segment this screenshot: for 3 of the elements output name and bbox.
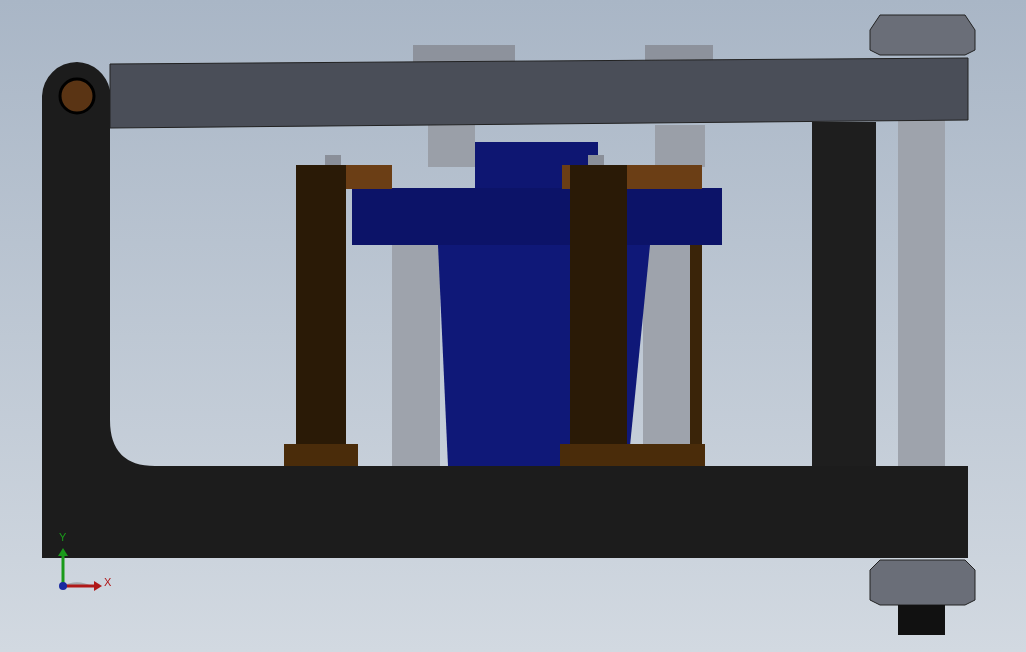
coordinate-triad-icon xyxy=(55,548,103,594)
x-axis-label: X xyxy=(104,577,112,588)
y-axis-label: Y xyxy=(59,532,67,543)
